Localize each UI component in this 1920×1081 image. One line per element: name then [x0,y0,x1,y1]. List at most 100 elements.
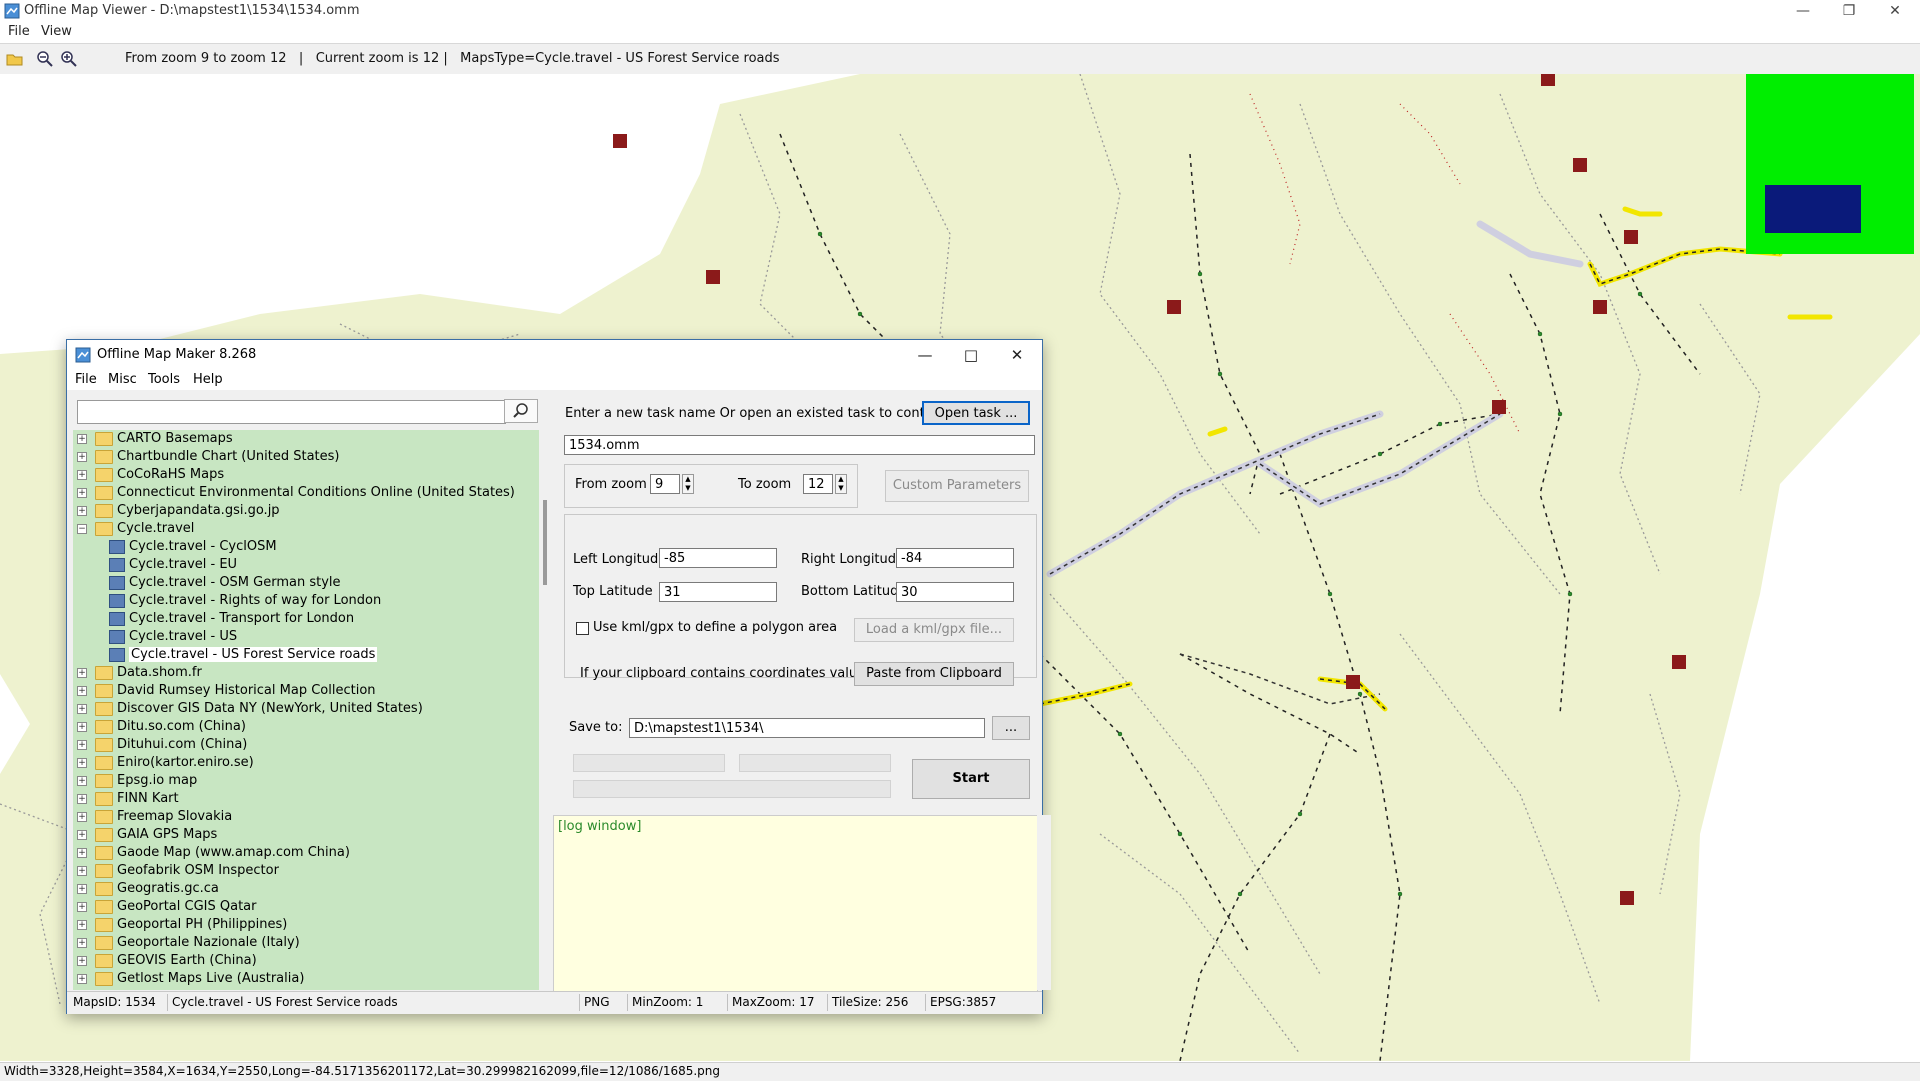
log-scrollbar[interactable] [1037,815,1051,990]
tree-folder-item[interactable]: + Getlost Maps Live (Australia) [73,970,533,988]
tree-folder-item[interactable]: + Geogratis.gc.ca [73,880,533,898]
tree-map-item[interactable]: Cycle.travel - Transport for London [73,610,533,628]
menu-misc[interactable]: Misc [108,372,137,387]
tree-folder-item[interactable]: + GAIA GPS Maps [73,826,533,844]
tree-folder-item[interactable]: + Dituhui.com (China) [73,736,533,754]
top-latitude-input[interactable]: 31 [659,582,777,602]
tree-map-item[interactable]: Cycle.travel - Rights of way for London [73,592,533,610]
expand-icon[interactable]: + [77,974,87,984]
tree-folder-item[interactable]: + CoCoRaHS Maps [73,466,533,484]
search-button[interactable] [504,399,538,423]
open-folder-icon[interactable] [6,50,24,68]
tree-folder-item[interactable]: + GEOVIS Earth (China) [73,952,533,970]
map-search-input[interactable] [77,400,506,424]
paste-from-clipboard-button[interactable]: Paste from Clipboard [854,662,1014,686]
tree-folder-item[interactable]: + GeoPortal CGIS Qatar [73,898,533,916]
expand-icon[interactable]: + [77,686,87,696]
save-to-input[interactable]: D:\mapstest1\1534\ [629,718,985,738]
expand-icon[interactable]: + [77,470,87,480]
open-task-button[interactable]: Open task ... [922,401,1030,425]
tree-map-item[interactable]: Cycle.travel - OSM German style [73,574,533,592]
expand-icon[interactable]: + [77,938,87,948]
map-source-tree[interactable]: + CARTO Basemaps + Chartbundle Chart (Unite… [73,430,540,990]
expand-icon[interactable]: + [77,830,87,840]
start-button[interactable]: Start [912,759,1030,799]
tree-folder-item[interactable]: + David Rumsey Historical Map Collection [73,682,533,700]
scroll-thumb[interactable] [543,500,547,585]
bottom-latitude-input[interactable]: 30 [896,582,1014,602]
tree-folder-item[interactable]: + Chartbundle Chart (United States) [73,448,533,466]
to-zoom-input[interactable]: 12 [803,474,833,494]
tree-folder-item[interactable]: + FINN Kart [73,790,533,808]
tree-folder-item[interactable]: + Connecticut Environmental Conditions On… [73,484,533,502]
tree-folder-item[interactable]: + Discover GIS Data NY (NewYork, United S… [73,700,533,718]
restore-button[interactable]: ❐ [1826,0,1872,22]
expand-icon[interactable]: + [77,956,87,966]
expand-icon[interactable]: + [77,866,87,876]
left-longitude-input[interactable]: -85 [659,548,777,568]
menu-file[interactable]: File [8,24,30,39]
minimize-button[interactable]: — [1780,0,1826,22]
expand-icon[interactable]: + [77,812,87,822]
expand-icon[interactable]: + [77,758,87,768]
tree-folder-item[interactable]: + CARTO Basemaps [73,430,533,448]
expand-icon[interactable]: + [77,884,87,894]
expand-icon[interactable]: + [77,902,87,912]
right-longitude-input[interactable]: -84 [896,548,1014,568]
to-zoom-spinner[interactable]: ▲ ▼ [835,474,847,494]
tree-folder-item[interactable]: + Eniro(kartor.eniro.se) [73,754,533,772]
load-kml-button[interactable]: Load a kml/gpx file... [854,618,1014,642]
tree-folder-item[interactable]: − Cycle.travel [73,520,533,538]
menu-view[interactable]: View [41,24,72,39]
from-zoom-input[interactable]: 9 [650,474,680,494]
menu-tools[interactable]: Tools [148,372,180,387]
dialog-close-button[interactable]: ✕ [994,340,1040,370]
map-icon [109,612,125,626]
tree-folder-item[interactable]: + Data.shom.fr [73,664,533,682]
tree-folder-item[interactable]: + Ditu.so.com (China) [73,718,533,736]
collapse-icon[interactable]: − [77,524,87,534]
close-button[interactable]: ✕ [1872,0,1918,22]
expand-icon[interactable]: + [77,848,87,858]
expand-icon[interactable]: + [77,434,87,444]
menu-help[interactable]: Help [193,372,223,387]
dialog-maximize-button[interactable]: □ [948,340,994,370]
tree-folder-item[interactable]: + Freemap Slovakia [73,808,533,826]
expand-icon[interactable]: + [77,668,87,678]
expand-icon[interactable]: + [77,776,87,786]
menu-file[interactable]: File [75,372,97,387]
browse-button[interactable]: ... [992,716,1030,740]
tree-map-item[interactable]: Cycle.travel - EU [73,556,533,574]
expand-icon[interactable]: + [77,704,87,714]
folder-icon [95,918,113,932]
custom-parameters-button[interactable]: Custom Parameters [885,470,1029,502]
tree-folder-item[interactable]: + Gaode Map (www.amap.com China) [73,844,533,862]
expand-icon[interactable]: + [77,488,87,498]
dialog-minimize-button[interactable]: — [902,340,948,370]
tree-folder-item[interactable]: + Epsg.io map [73,772,533,790]
tree-folder-item[interactable]: + Geoportale Nazionale (Italy) [73,934,533,952]
expand-icon[interactable]: + [77,506,87,516]
dialog-menu-bar: File Misc Tools Help [67,370,1042,390]
kml-checkbox[interactable] [576,622,589,635]
tree-map-item[interactable]: Cycle.travel - CyclOSM [73,538,533,556]
log-window[interactable]: [log window] [553,815,1038,992]
task-name-input[interactable]: 1534.omm [564,435,1035,455]
tree-folder-item[interactable]: + Cyberjapandata.gsi.go.jp [73,502,533,520]
expand-icon[interactable]: + [77,920,87,930]
tree-item-label: Epsg.io map [117,773,198,788]
tree-folder-item[interactable]: + Geofabrik OSM Inspector [73,862,533,880]
tree-map-item[interactable]: Cycle.travel - US Forest Service roads [73,646,533,664]
from-zoom-spinner[interactable]: ▲ ▼ [682,474,694,494]
tree-scrollbar[interactable] [539,430,553,990]
zoom-out-icon[interactable] [36,50,54,68]
tree-item-label: FINN Kart [117,791,179,806]
tree-folder-item[interactable]: + Geoportal PH (Philippines) [73,916,533,934]
expand-icon[interactable]: + [77,794,87,804]
zoom-in-icon[interactable] [60,50,78,68]
expand-icon[interactable]: + [77,452,87,462]
expand-icon[interactable]: + [77,722,87,732]
tree-map-item[interactable]: Cycle.travel - US [73,628,533,646]
expand-icon[interactable]: + [77,740,87,750]
tree-item-label: Cycle.travel - US Forest Service roads [129,647,378,662]
